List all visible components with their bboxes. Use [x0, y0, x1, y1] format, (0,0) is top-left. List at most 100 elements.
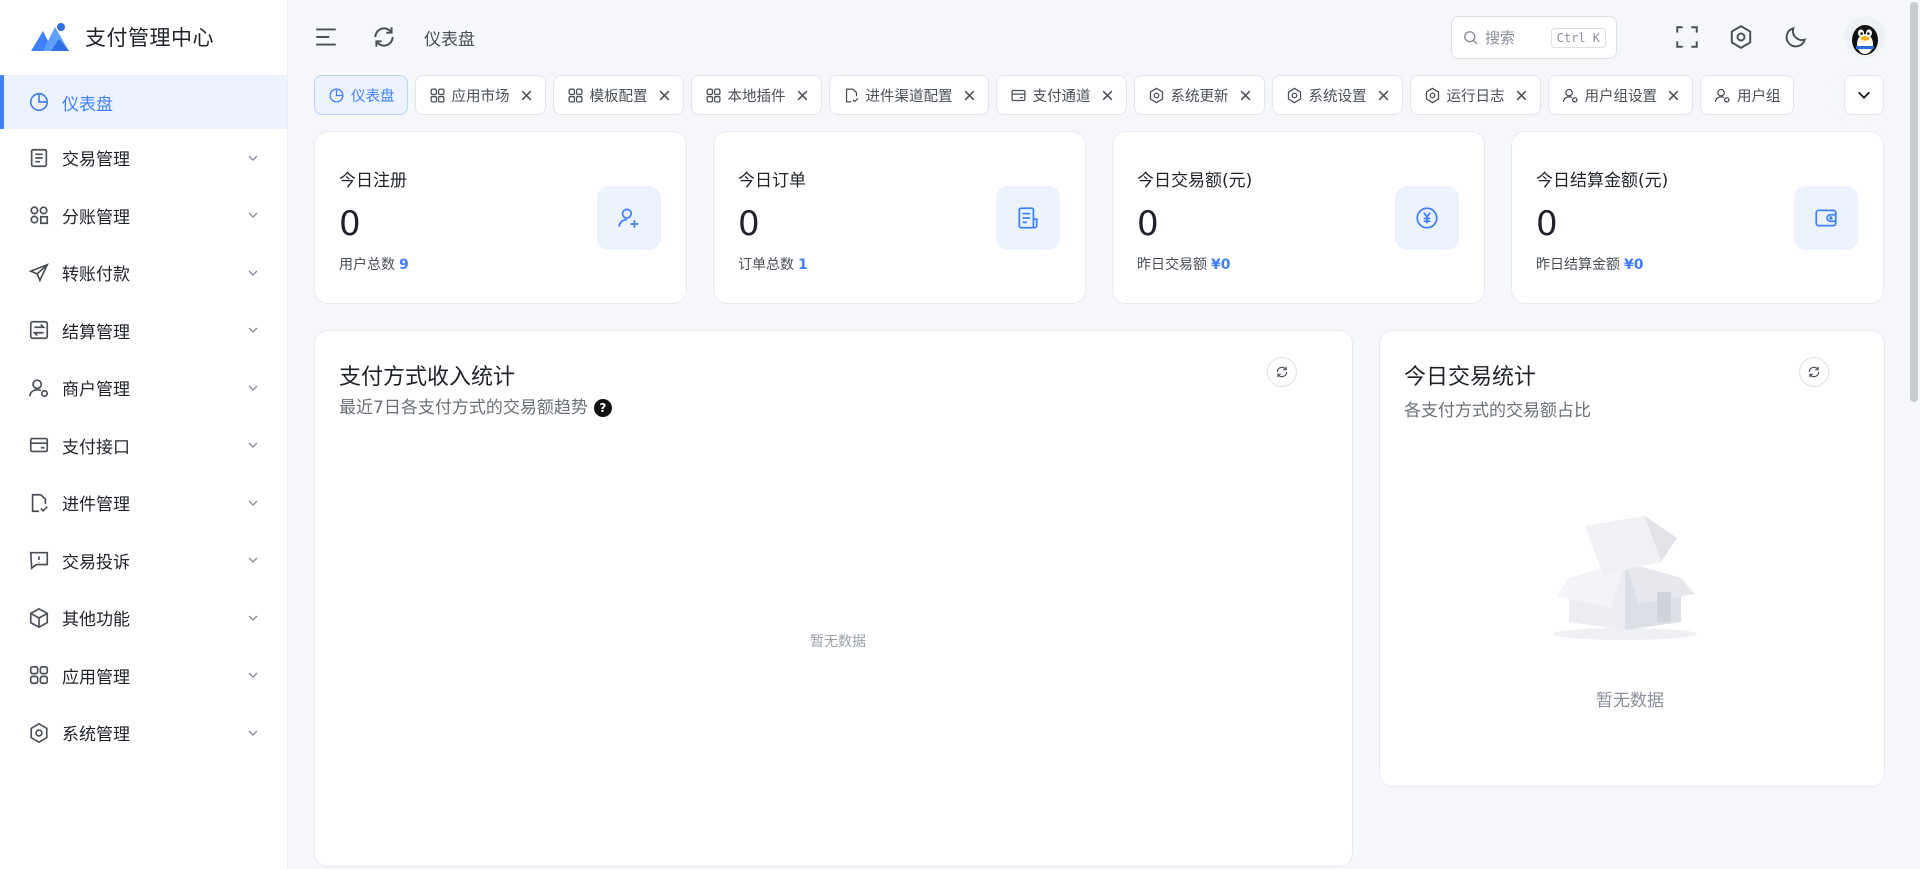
search-icon — [1464, 31, 1478, 45]
stat-sub: 用户总数 9 — [339, 254, 409, 274]
tab-runtime-logs[interactable]: 运行日志 — [1409, 75, 1541, 115]
stat-badge — [996, 186, 1060, 250]
tab-user-group[interactable]: 用户组 — [1700, 75, 1794, 115]
sidebar-item-transfer[interactable]: 转账付款 — [0, 244, 287, 302]
stat-value: 0 — [339, 204, 361, 244]
close-icon[interactable] — [1101, 89, 1114, 102]
tab-local-plugins[interactable]: 本地插件 — [690, 75, 822, 115]
close-icon[interactable] — [796, 89, 809, 102]
close-icon[interactable] — [1667, 89, 1680, 102]
help-icon[interactable]: ? — [593, 399, 612, 417]
sidebar-item-label: 其他功能 — [62, 610, 130, 631]
sidebar-item-system[interactable]: 系统管理 — [0, 704, 287, 762]
sidebar-item-label: 仪表盘 — [62, 94, 113, 115]
menu-toggle-icon[interactable] — [313, 24, 339, 50]
send-icon — [28, 262, 49, 283]
tab-dashboard[interactable]: 仪表盘 — [314, 75, 408, 115]
stat-sub-value: ¥0 — [1624, 257, 1644, 273]
brand[interactable]: 支付管理中心 — [0, 0, 287, 74]
avatar[interactable] — [1844, 16, 1886, 58]
hexagon-gear-icon — [30, 722, 48, 743]
sidebar-item-label: 应用管理 — [62, 667, 130, 688]
split-icon — [30, 206, 49, 225]
search-shortcut: Ctrl K — [1550, 27, 1606, 48]
stat-value: 0 — [1137, 204, 1159, 244]
empty-state-text: 暂无数据 — [810, 634, 866, 650]
search-box[interactable]: 搜索 Ctrl K — [1451, 16, 1617, 59]
stat-badge — [1395, 186, 1459, 250]
chevron-down-icon — [1858, 91, 1870, 99]
empty-state-text: 暂无数据 — [1596, 691, 1664, 711]
stat-sub-label: 订单总数 — [738, 257, 794, 273]
close-icon[interactable] — [963, 89, 976, 102]
sidebar-item-merchants[interactable]: 商户管理 — [0, 359, 287, 417]
stat-sub: 订单总数 1 — [738, 254, 808, 274]
document-icon — [30, 148, 48, 167]
tab-user-group-settings[interactable]: 用户组设置 — [1547, 75, 1693, 115]
sidebar-item-label: 结算管理 — [62, 322, 130, 343]
chevron-down-icon — [248, 270, 258, 276]
settlement-icon — [29, 321, 49, 340]
moon-icon[interactable] — [1783, 24, 1809, 50]
stat-sub-label: 昨日交易额 — [1137, 257, 1207, 273]
sidebar-item-complaints[interactable]: 交易投诉 — [0, 532, 287, 590]
close-icon[interactable] — [1377, 89, 1390, 102]
stat-label: 今日注册 — [339, 171, 407, 191]
file-check-icon — [31, 493, 48, 512]
stat-sub-value: ¥0 — [1211, 257, 1231, 273]
close-icon[interactable] — [1239, 89, 1252, 102]
tab-system-settings[interactable]: 系统设置 — [1271, 75, 1403, 115]
panel-refresh-button[interactable] — [1267, 357, 1297, 387]
sidebar-item-onboarding[interactable]: 进件管理 — [0, 474, 287, 532]
today-stats-panel: 今日交易统计 各支付方式的交易额占比 暂无数据 — [1379, 330, 1885, 787]
tab-label: 应用市场 — [451, 88, 510, 105]
stat-sub-label: 用户总数 — [339, 257, 395, 273]
tab-label: 本地插件 — [727, 88, 786, 105]
sidebar-item-apps[interactable]: 应用管理 — [0, 647, 287, 705]
card-icon — [29, 438, 49, 453]
refresh-icon[interactable] — [371, 24, 397, 50]
income-stats-panel: 支付方式收入统计 最近7日各支付方式的交易额趋势? 暂无数据 — [314, 330, 1353, 867]
tabs-more-button[interactable] — [1844, 75, 1884, 115]
chevron-down-icon — [248, 327, 258, 334]
sidebar-item-payment-api[interactable]: 支付接口 — [0, 417, 287, 475]
settings-icon[interactable] — [1728, 24, 1754, 50]
chevron-down-icon — [248, 212, 258, 219]
chevron-down-icon — [248, 155, 258, 161]
cube-icon — [29, 607, 49, 628]
fullscreen-icon[interactable] — [1674, 24, 1700, 50]
tab-label: 支付通道 — [1032, 88, 1091, 105]
user-gear-icon — [1562, 88, 1578, 103]
sidebar-item-other[interactable]: 其他功能 — [0, 589, 287, 647]
close-icon[interactable] — [520, 89, 533, 102]
sidebar-nav: 仪表盘 交易管理 分账管理 转账付款 结算管理 商户管理 支付接口 进件管理 交… — [0, 75, 287, 762]
tab-onboarding-channel[interactable]: 进件渠道配置 — [828, 75, 989, 115]
refresh-icon — [1276, 366, 1288, 378]
stat-card-orders: 今日订单 0 订单总数 1 — [713, 131, 1086, 304]
tab-template-config[interactable]: 模板配置 — [552, 75, 684, 115]
pie-chart-icon — [29, 92, 49, 112]
stat-sub-label: 昨日结算金额 — [1536, 257, 1620, 273]
stat-card-registrations: 今日注册 0 用户总数 9 — [314, 131, 687, 304]
page-scrollbar[interactable] — [1910, 2, 1918, 402]
close-icon[interactable] — [1515, 89, 1528, 102]
sidebar-item-split[interactable]: 分账管理 — [0, 187, 287, 245]
tab-app-market[interactable]: 应用市场 — [414, 75, 546, 115]
tab-payment-channel[interactable]: 支付通道 — [995, 75, 1127, 115]
panel-title: 今日交易统计 — [1404, 365, 1537, 390]
sidebar-item-label: 进件管理 — [62, 495, 130, 516]
close-icon[interactable] — [658, 89, 671, 102]
breadcrumb[interactable]: 仪表盘 — [424, 25, 475, 50]
pie-chart-icon — [329, 87, 344, 103]
chevron-down-icon — [248, 442, 258, 449]
stat-label: 今日结算金额(元) — [1536, 171, 1669, 191]
panel-refresh-button[interactable] — [1799, 357, 1829, 387]
sidebar-item-transactions[interactable]: 交易管理 — [0, 129, 287, 187]
sidebar: 支付管理中心 仪表盘 交易管理 分账管理 转账付款 结算管理 商户管理 支付接口… — [0, 0, 288, 869]
complaint-icon — [29, 552, 49, 571]
sidebar-item-dashboard[interactable]: 仪表盘 — [0, 75, 287, 129]
panel-subtitle-text: 最近7日各支付方式的交易额趋势 — [339, 398, 588, 418]
tab-system-update[interactable]: 系统更新 — [1133, 75, 1265, 115]
sidebar-item-settlement[interactable]: 结算管理 — [0, 302, 287, 360]
file-check-icon — [845, 87, 858, 103]
